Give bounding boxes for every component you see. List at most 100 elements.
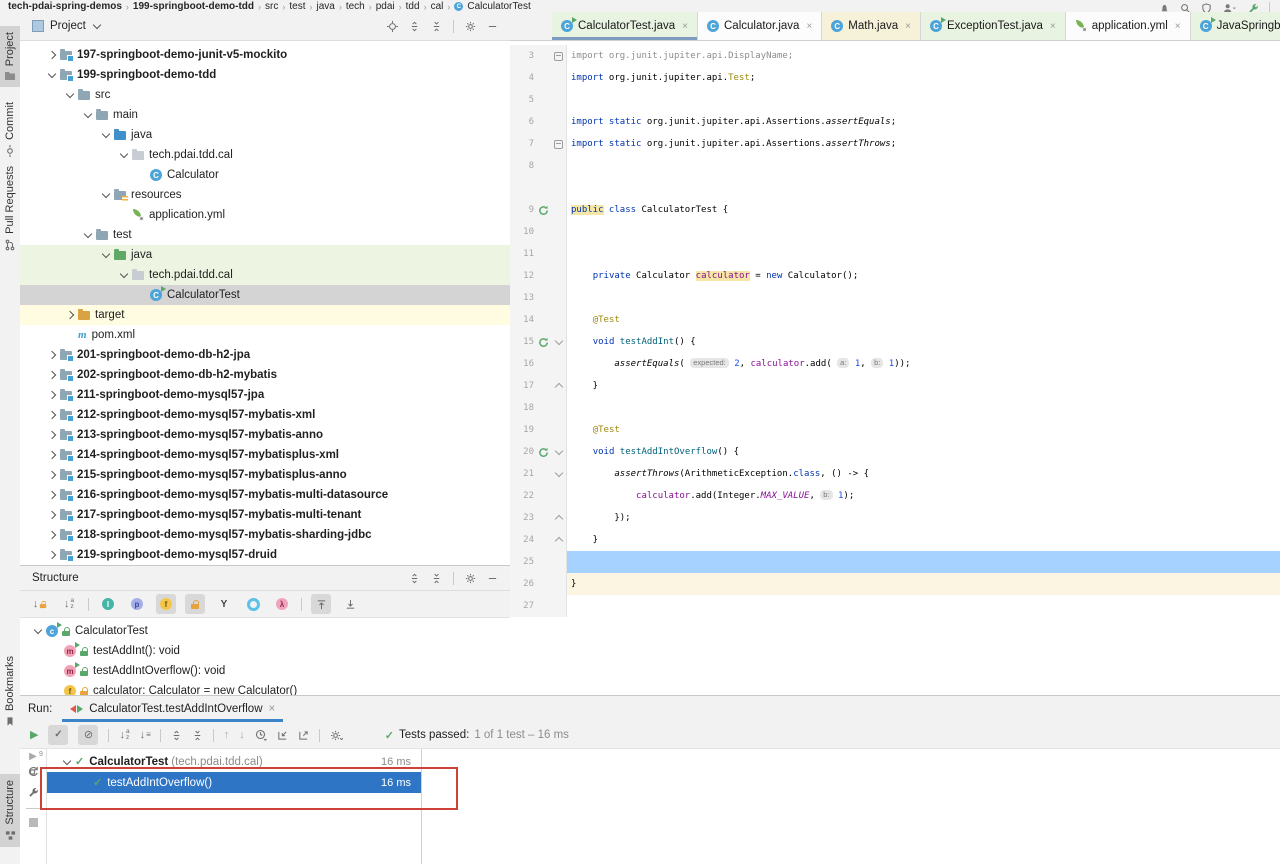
code-text[interactable]: public class CalculatorTest {	[567, 199, 1280, 221]
code-text[interactable]: @Test	[567, 419, 1280, 441]
tree-item[interactable]: 219-springboot-demo-mysql57-druid	[20, 545, 510, 565]
tree-item[interactable]: java	[20, 245, 510, 265]
code-text[interactable]: private Calculator calculator = new Calc…	[567, 265, 1280, 287]
fold-marker-icon[interactable]	[554, 537, 562, 545]
run-tab[interactable]: CalculatorTest.testAddIntOverflow ×	[62, 696, 283, 722]
tree-item[interactable]: mtestAddInt(): void	[20, 641, 510, 661]
sort-alpha-icon[interactable]: ↓az	[59, 594, 79, 614]
arrow-up-icon[interactable]: ↑	[224, 730, 230, 741]
close-icon[interactable]: ×	[269, 703, 276, 715]
breadcrumb-item[interactable]: java	[316, 1, 334, 12]
fold-marker-icon[interactable]	[554, 515, 562, 523]
locate-icon[interactable]	[387, 21, 398, 32]
collapse-all-icon[interactable]	[192, 730, 203, 741]
chevron-down-icon[interactable]	[34, 626, 42, 634]
tree-item[interactable]: 214-springboot-demo-mysql57-mybatisplus-…	[20, 445, 510, 465]
breadcrumb-item[interactable]: 199-springboot-demo-tdd	[133, 1, 254, 12]
tree-item[interactable]: mtestAddIntOverflow(): void	[20, 661, 510, 681]
stop-icon[interactable]	[29, 818, 38, 827]
tree-item[interactable]: 212-springboot-demo-mysql57-mybatis-xml	[20, 405, 510, 425]
tool-window-button-pull-requests[interactable]: Pull Requests	[0, 160, 20, 257]
tree-item[interactable]: 215-springboot-demo-mysql57-mybatisplus-…	[20, 465, 510, 485]
code-text[interactable]: import org.junit.jupiter.api.Test;	[567, 67, 1280, 89]
chevron-down-icon[interactable]	[48, 70, 56, 78]
gear-menu-icon[interactable]	[330, 730, 343, 741]
code-text[interactable]: void testAddInt() {	[567, 331, 1280, 353]
code-text[interactable]: @Test	[567, 309, 1280, 331]
chevron-down-icon[interactable]	[102, 190, 110, 198]
show-properties-icon[interactable]: p	[127, 594, 147, 614]
chevron-right-icon[interactable]	[48, 451, 56, 459]
tree-item[interactable]: resources	[20, 185, 510, 205]
tool-window-button-commit[interactable]: Commit	[0, 96, 20, 163]
tree-item[interactable]: cCalculatorTest	[20, 621, 510, 641]
breadcrumb-item[interactable]: tdd	[406, 1, 420, 12]
tool-window-button-project[interactable]: Project	[0, 26, 20, 87]
chevron-down-icon[interactable]	[63, 756, 71, 764]
editor-tab[interactable]: CCalculatorTest.java×	[552, 12, 698, 40]
chevron-right-icon[interactable]	[48, 371, 56, 379]
close-icon[interactable]: ×	[806, 21, 812, 32]
chip-check-icon[interactable]: ✓	[48, 725, 68, 745]
tree-item[interactable]: mpom.xml	[20, 325, 510, 345]
editor-tab[interactable]: CExceptionTest.java×	[921, 12, 1066, 40]
fold-marker-icon[interactable]	[554, 52, 563, 61]
chevron-down-icon[interactable]	[120, 150, 128, 158]
tree-item[interactable]: 216-springboot-demo-mysql57-mybatis-mult…	[20, 485, 510, 505]
chevron-right-icon[interactable]	[48, 551, 56, 559]
tree-item[interactable]: application.yml	[20, 205, 510, 225]
chip-slash-icon[interactable]: ⊘	[78, 725, 98, 745]
tree-item[interactable]: target	[20, 305, 510, 325]
tree-item[interactable]: CCalculatorTest	[20, 285, 510, 305]
minus-icon[interactable]	[487, 573, 498, 584]
show-fields-icon[interactable]: f	[156, 594, 176, 614]
code-text[interactable]	[567, 221, 1280, 243]
sort-visibility-icon[interactable]: ↓	[30, 594, 50, 614]
chevron-right-icon[interactable]	[48, 351, 56, 359]
tree-item[interactable]: 202-springboot-demo-db-h2-mybatis	[20, 365, 510, 385]
tree-item[interactable]: 217-springboot-demo-mysql57-mybatis-mult…	[20, 505, 510, 525]
show-non-public-icon[interactable]	[185, 594, 205, 614]
editor-tab[interactable]: CJavaSpringboot	[1191, 12, 1280, 40]
export-results-icon[interactable]	[298, 730, 309, 741]
tree-item[interactable]: 213-springboot-demo-mysql57-mybatis-anno	[20, 425, 510, 445]
tree-item[interactable]: test	[20, 225, 510, 245]
chevron-right-icon[interactable]	[48, 431, 56, 439]
collapse-all-icon[interactable]	[431, 21, 442, 32]
breadcrumb-item[interactable]: src	[265, 1, 278, 12]
breadcrumb[interactable]: tech-pdai-spring-demos›199-springboot-de…	[0, 1, 531, 12]
chevron-right-icon[interactable]	[48, 471, 56, 479]
chevron-down-icon[interactable]	[93, 21, 101, 29]
code-text[interactable]	[567, 243, 1280, 265]
code-text[interactable]	[567, 551, 1280, 573]
code-text[interactable]: assertThrows(ArithmeticException.class, …	[567, 463, 1280, 485]
tree-item[interactable]: main	[20, 105, 510, 125]
tree-item[interactable]: 199-springboot-demo-tdd	[20, 65, 510, 85]
tree-item[interactable]: java	[20, 125, 510, 145]
code-text[interactable]	[567, 397, 1280, 419]
tree-item[interactable]: src	[20, 85, 510, 105]
tool-window-button-structure[interactable]: Structure	[0, 774, 20, 847]
close-icon[interactable]: ×	[682, 21, 688, 32]
run-test-gutter-icon[interactable]	[538, 447, 549, 458]
run-test-gutter-icon[interactable]	[538, 205, 549, 216]
breadcrumb-item[interactable]: tech-pdai-spring-demos	[8, 1, 122, 12]
chevron-right-icon[interactable]	[48, 391, 56, 399]
code-text[interactable]	[567, 595, 1280, 617]
fold-marker-icon[interactable]	[554, 383, 562, 391]
run-test-gutter-icon[interactable]	[538, 337, 549, 348]
chevron-right-icon[interactable]	[66, 311, 74, 319]
fold-marker-icon[interactable]	[554, 337, 562, 345]
settings-wrench-icon[interactable]	[27, 787, 39, 799]
arrow-down-icon[interactable]: ↓	[239, 730, 245, 741]
code-text[interactable]	[567, 89, 1280, 111]
code-text[interactable]: calculator.add(Integer.MAX_VALUE, b: 1);	[567, 485, 1280, 507]
rerun-auto-icon[interactable]	[27, 766, 39, 778]
pillar-down-icon[interactable]	[340, 594, 360, 614]
tool-window-button-bookmarks[interactable]: Bookmarks	[0, 650, 20, 733]
chevron-down-icon[interactable]	[102, 250, 110, 258]
minus-icon[interactable]	[487, 21, 498, 32]
close-icon[interactable]: ×	[1175, 21, 1181, 32]
chevron-right-icon[interactable]	[48, 411, 56, 419]
import-results-icon[interactable]	[277, 730, 288, 741]
